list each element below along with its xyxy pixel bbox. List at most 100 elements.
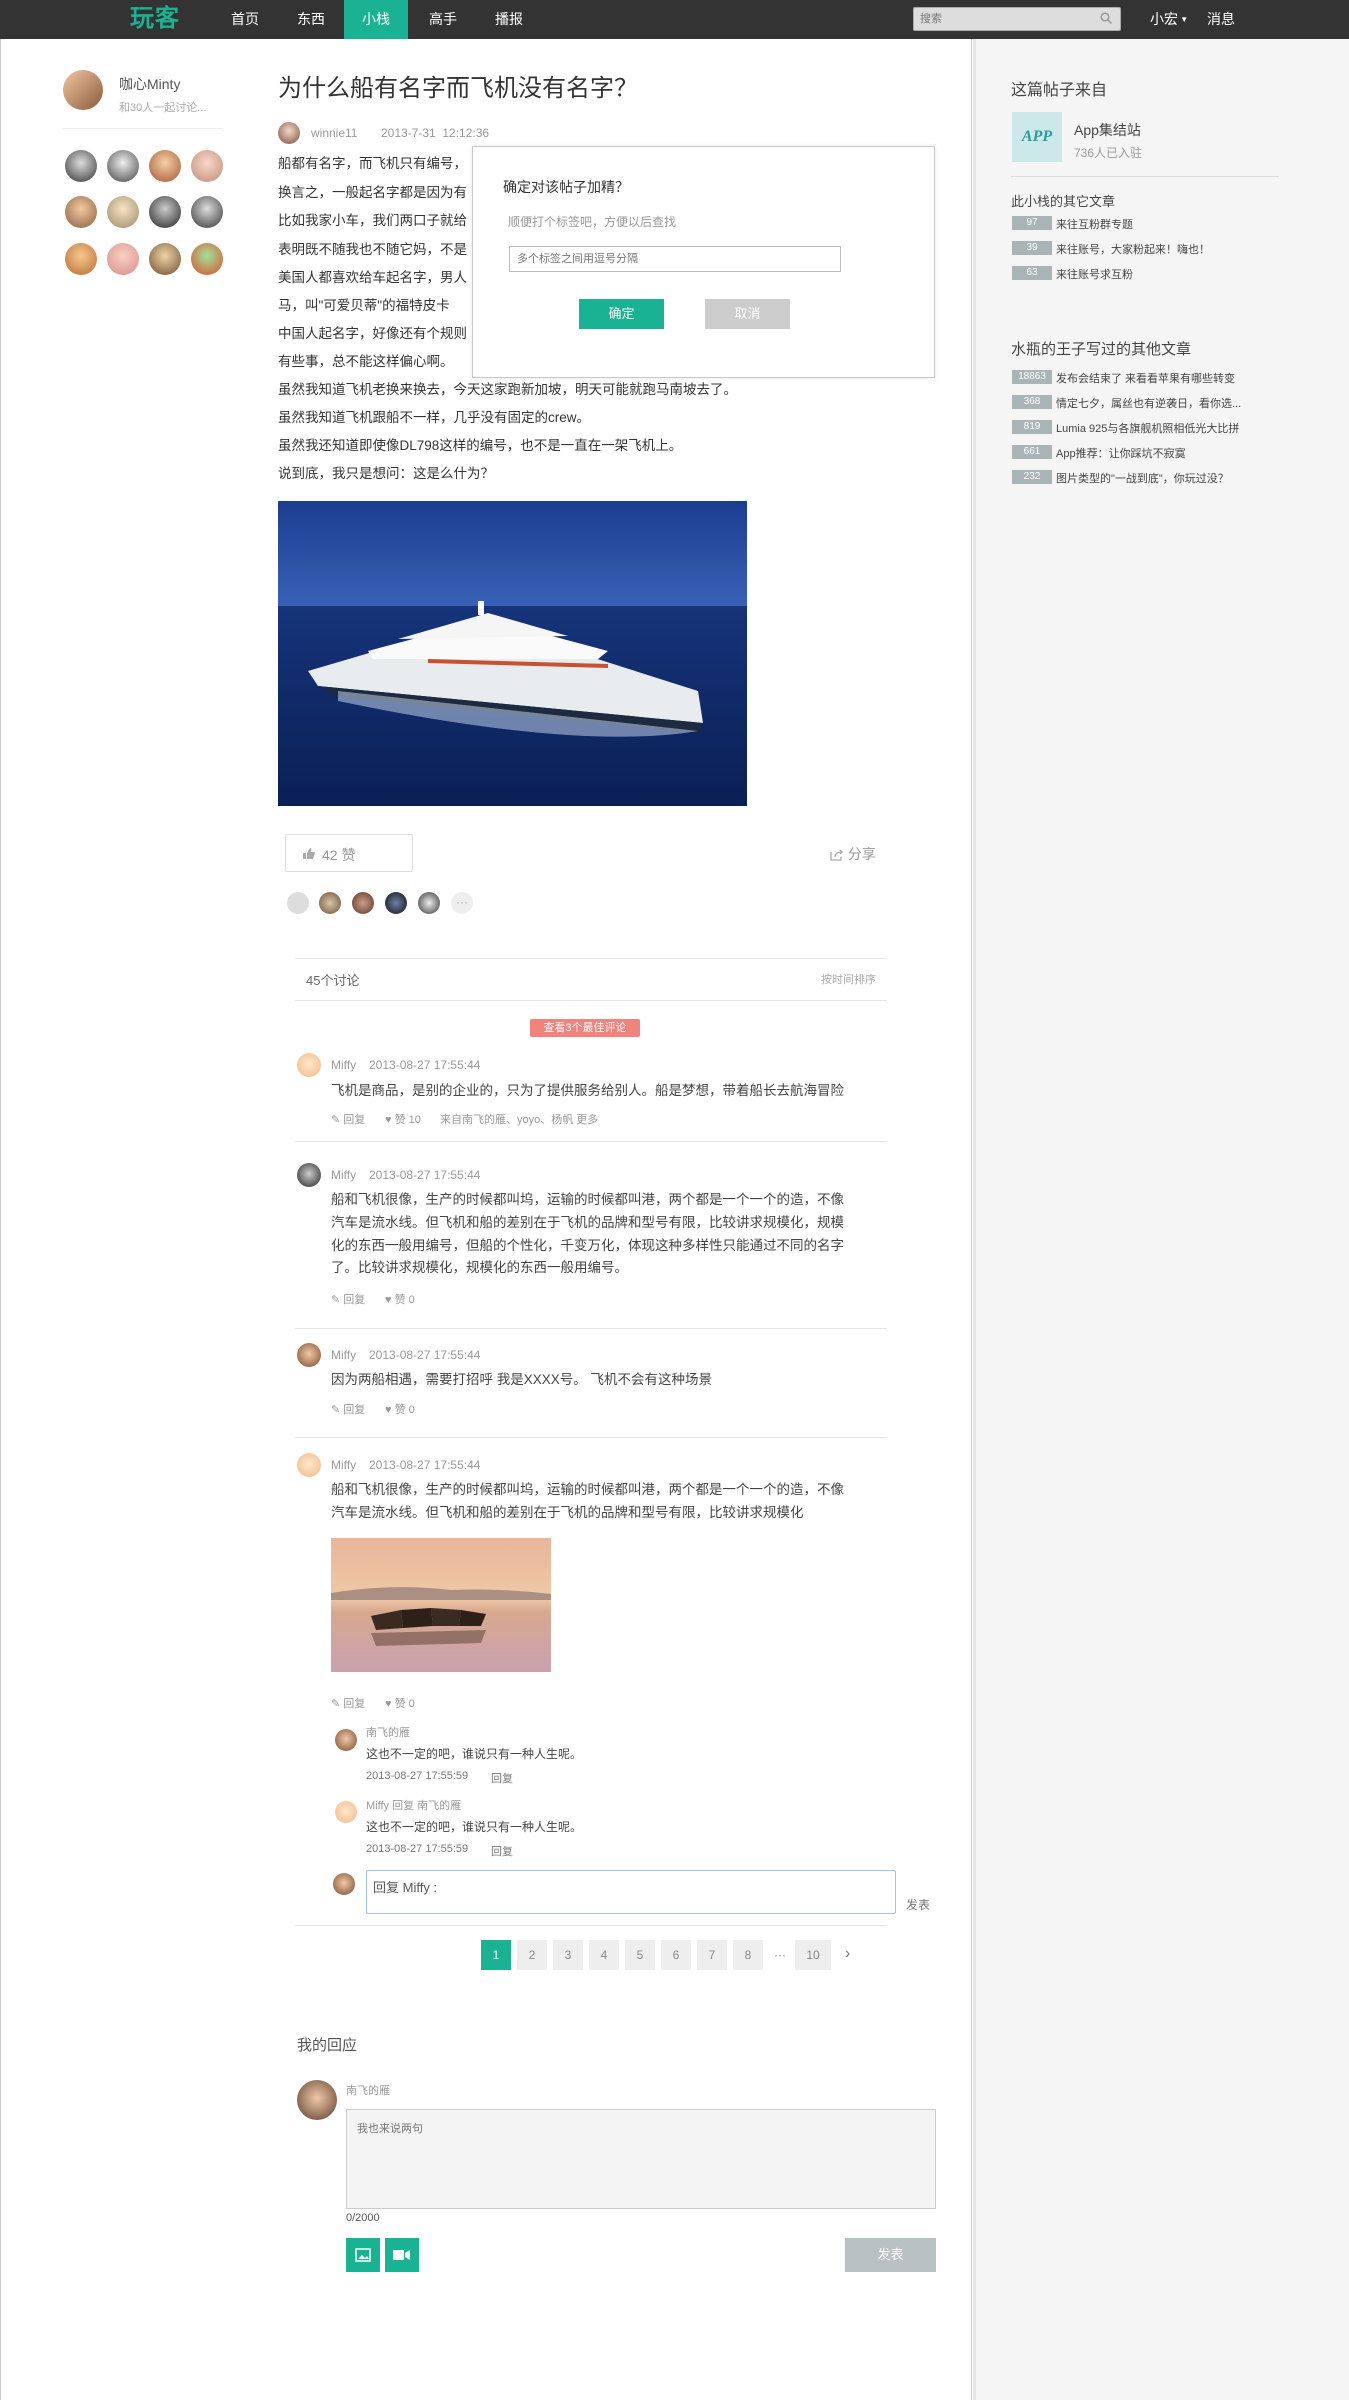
post-text-line: 虽然我知道飞机老换来换去，今天这家跑新加坡，明天可能就跑马南坡去了。 [278,382,737,397]
comment-like-button[interactable]: ♥ 赞 0 [385,1695,415,1711]
owner-name[interactable]: 咖心Minty [119,74,180,94]
subreply-reply-button[interactable]: 回复 [491,1843,513,1859]
tag-input[interactable] [509,246,841,272]
nav-item-home[interactable]: 首页 [222,0,268,39]
comment-user[interactable]: Miffy [331,1168,356,1182]
share-button[interactable]: 分享 [830,844,876,864]
comment-like-button[interactable]: ♥ 赞 10 [385,1111,421,1127]
comment-reply-button[interactable]: ✎ 回复 [331,1695,365,1711]
sidebar-article-link[interactable]: Lumia 925与各旗舰机照相低光大比拼 [1056,420,1239,436]
reply-input[interactable]: 回复 Miffy : [366,1870,896,1914]
comment-user[interactable]: Miffy [331,1058,356,1072]
member-avatar[interactable] [65,243,97,275]
sidebar-article-link[interactable]: 来往互粉群专题 [1056,216,1133,232]
confirm-button[interactable]: 确定 [579,299,664,329]
author-name[interactable]: winnie11 [311,126,357,140]
liker-avatar[interactable] [319,892,341,914]
like-button[interactable]: 42 赞 [285,834,413,872]
best-comments-badge[interactable]: 查看3个最佳评论 [530,1019,640,1037]
liker-avatar[interactable] [385,892,407,914]
subreply-avatar[interactable] [335,1801,357,1823]
post-text-line: 美国人都喜欢给车起名字，男人 [278,270,467,285]
page-button-active[interactable]: 1 [481,1940,511,1970]
comment-likers[interactable]: 来自南飞的雁、yoyo、杨帆 更多 [440,1111,598,1127]
nav-item-experts[interactable]: 高手 [420,0,466,39]
sidebar-article-link[interactable]: 发布会结束了 来看看苹果有哪些转变 [1056,370,1235,386]
member-avatar[interactable] [107,243,139,275]
page-button[interactable]: 3 [553,1940,583,1970]
subreply-avatar[interactable] [335,1729,357,1751]
boats-at-sunset-image[interactable] [331,1538,551,1672]
member-avatar[interactable] [65,196,97,228]
page-button[interactable]: 4 [589,1940,619,1970]
my-reply-submit-button[interactable]: 发表 [845,2238,936,2272]
sidebar-article-link[interactable]: App推荐：让你踩坑不寂寞 [1056,445,1186,461]
member-avatar[interactable] [107,150,139,182]
member-avatar[interactable] [107,196,139,228]
more-likers-icon[interactable]: ··· [451,892,473,914]
owner-avatar[interactable] [63,70,103,110]
comment-like-button[interactable]: ♥ 赞 0 [385,1291,415,1307]
insert-video-button[interactable] [385,2238,419,2272]
sidebar-article-link[interactable]: 图片类型的"一战到底"，你玩过没？ [1056,470,1229,486]
subreply-reply-button[interactable]: 回复 [491,1770,513,1786]
commenter-avatar[interactable] [297,1343,321,1367]
member-avatar[interactable] [65,150,97,182]
commenter-avatar[interactable] [297,1163,321,1187]
comment-text: 船和飞机很像，生产的时候都叫坞，运输的时候都叫港，两个都是一个一个的造，不像 [331,1192,844,1207]
site-logo[interactable]: 玩客 [130,5,182,33]
search-icon[interactable] [1100,12,1112,24]
page-button[interactable]: 2 [517,1940,547,1970]
liker-avatar[interactable] [418,892,440,914]
page-button[interactable]: 7 [697,1940,727,1970]
cancel-button[interactable]: 取消 [705,299,790,329]
sort-by-time[interactable]: 按时间排序 [821,971,876,987]
user-menu[interactable]: 小宏 ▼ [1150,0,1188,39]
comment-user[interactable]: Miffy [331,1348,356,1362]
commenter-avatar[interactable] [297,1453,321,1477]
subreply-user[interactable]: 南飞的雁 [366,1724,410,1740]
comment-reply-button[interactable]: ✎ 回复 [331,1291,365,1307]
member-avatar[interactable] [149,196,181,228]
subreply-user[interactable]: Miffy 回复 南飞的雁 [366,1797,461,1813]
member-avatar[interactable] [149,150,181,182]
comment-reply-button[interactable]: ✎ 回复 [331,1401,365,1417]
comment-time: 2013-08-27 17:55:44 [369,1058,481,1072]
group-name[interactable]: App集结站 [1074,120,1141,140]
nav-item-news[interactable]: 播报 [486,0,532,39]
group-logo[interactable]: APP [1012,112,1062,162]
page-button[interactable]: 10 [795,1940,831,1970]
sidebar-article-link[interactable]: 来往账号，大家粉起来！嗨也！ [1056,241,1210,257]
cruise-ship-image[interactable] [278,501,747,806]
post-text-line: 马，叫"可爱贝蒂"的福特皮卡 [278,298,450,313]
messages-link[interactable]: 消息 [1207,0,1235,39]
comment-user[interactable]: Miffy [331,1458,356,1472]
member-avatar[interactable] [191,150,223,182]
sidebar-article-link[interactable]: 来往账号求互粉 [1056,266,1133,282]
page-button[interactable]: 8 [733,1940,763,1970]
search-input[interactable] [914,8,1094,30]
page-button[interactable]: 6 [661,1940,691,1970]
subreply-time: 2013-08-27 17:55:59 [366,1770,469,1782]
reply-submit-button[interactable]: 发表 [906,1896,930,1913]
sidebar-article-link[interactable]: 情定七夕，属丝也有逆袭日，看你选... [1056,395,1241,411]
comment-text: 汽车是流水线。但飞机和船的差别在于飞机的品牌和型号有限，比较讲求规模化 [331,1505,804,1520]
member-avatar[interactable] [191,243,223,275]
member-avatar[interactable] [191,196,223,228]
liker-avatar[interactable] [352,892,374,914]
nav-item-things[interactable]: 东西 [288,0,334,39]
insert-image-button[interactable] [346,2238,380,2272]
my-reply-textarea[interactable] [346,2109,936,2209]
nav-item-groups[interactable]: 小栈 [344,0,408,39]
page-button[interactable]: 5 [625,1940,655,1970]
comment-like-button[interactable]: ♥ 赞 0 [385,1401,415,1417]
subreply-time: 2013-08-27 17:55:59 [366,1843,469,1855]
next-page-icon[interactable]: › [845,1945,850,1963]
member-avatar[interactable] [149,243,181,275]
liker-avatar[interactable] [287,892,309,914]
post-text-line: 换言之，一般起名字都是因为有 [278,185,467,200]
commenter-avatar[interactable] [297,1053,321,1077]
comment-reply-button[interactable]: ✎ 回复 [331,1111,365,1127]
author-avatar[interactable] [278,122,300,144]
comment-text: 汽车是流水线。但飞机和船的差别在于飞机的品牌和型号有限，比较讲求规模化，规模 [331,1215,844,1230]
